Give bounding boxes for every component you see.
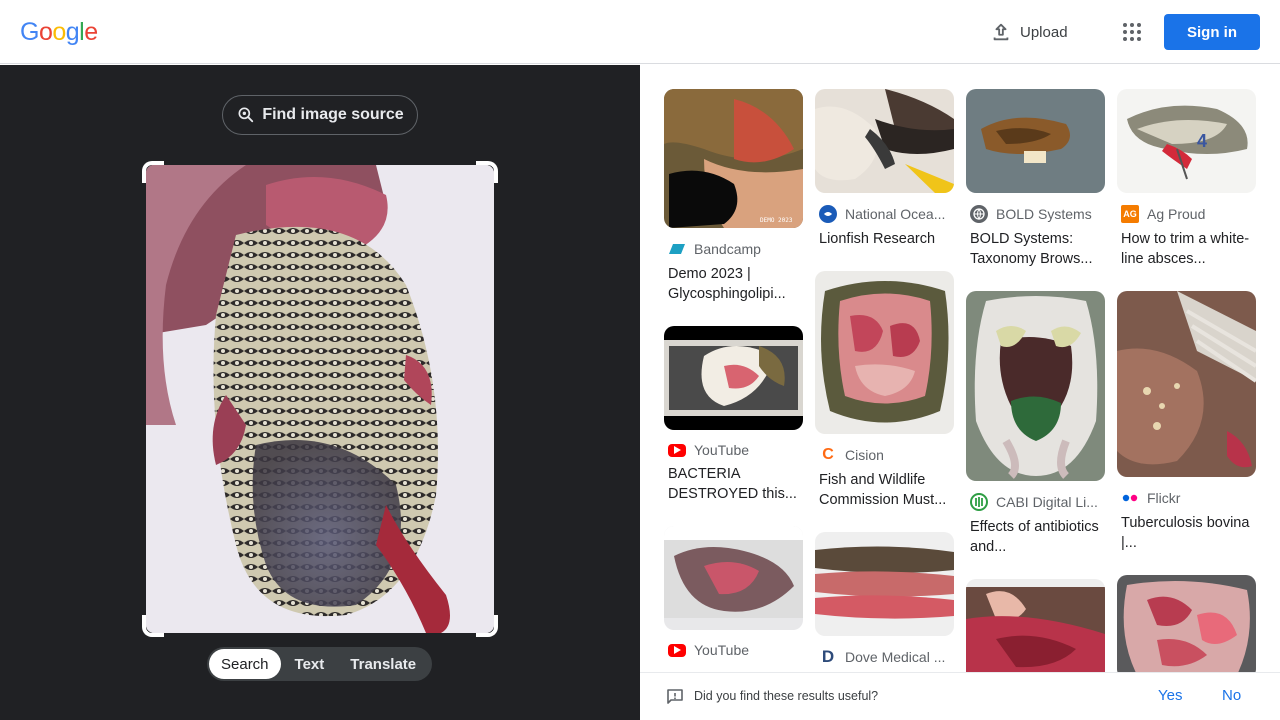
result-card[interactable]: 4 AG Ag Proud How to trim a white-line a… — [1117, 89, 1256, 269]
apps-grid-icon[interactable] — [1120, 20, 1144, 44]
find-image-source-button[interactable]: Find image source — [222, 95, 418, 135]
sign-in-button[interactable]: Sign in — [1164, 14, 1260, 50]
result-thumbnail[interactable] — [1117, 291, 1256, 477]
hoof-diagram-number: 4 — [1197, 131, 1207, 151]
result-source-label: BOLD Systems — [996, 206, 1092, 222]
logo-letter-g2: g — [65, 18, 80, 46]
noaa-icon — [819, 205, 837, 223]
tab-text[interactable]: Text — [281, 649, 339, 679]
crop-handle-bottom-right[interactable] — [476, 615, 498, 637]
dove-icon: D — [821, 648, 835, 666]
result-card[interactable]: C Cision Fish and Wildlife Commission Mu… — [815, 271, 954, 510]
result-source-label: YouTube — [694, 442, 750, 458]
result-title[interactable]: BOLD Systems: Taxonomy Brows... — [966, 229, 1105, 269]
result-thumbnail[interactable]: DEMO 2023 — [664, 89, 803, 228]
logo-letter-o1: o — [38, 18, 53, 46]
feedback-yes-button[interactable]: Yes — [1158, 687, 1182, 704]
result-source-label: YouTube — [694, 642, 750, 658]
google-logo[interactable]: Google — [20, 18, 98, 47]
results-column-1: DEMO 2023 Bandcamp Demo 2023 | Glycosphi… — [664, 89, 803, 672]
result-source: Flickr — [1117, 489, 1256, 507]
result-thumbnail[interactable] — [664, 326, 803, 430]
result-source-label: Bandcamp — [694, 241, 761, 257]
results-column-3: BOLD Systems BOLD Systems: Taxonomy Brow… — [966, 89, 1105, 672]
tab-translate[interactable]: Translate — [338, 649, 428, 679]
result-thumbnail[interactable] — [815, 271, 954, 434]
upload-label: Upload — [1020, 23, 1068, 41]
result-source: Bandcamp — [664, 240, 803, 258]
flickr-icon — [1121, 489, 1139, 507]
result-card[interactable]: National Ocea... Lionfish Research — [815, 89, 954, 249]
result-thumbnail[interactable] — [966, 579, 1105, 672]
result-title[interactable]: Tuberculosis bovina |... — [1117, 513, 1256, 553]
result-title[interactable]: Fish and Wildlife Commission Must... — [815, 470, 954, 510]
result-title[interactable]: Demo 2023 | Glycosphingolipi... — [664, 264, 803, 304]
upload-icon — [993, 23, 1009, 41]
result-card[interactable] — [966, 579, 1105, 672]
result-card[interactable]: CABI Digital Li... Effects of antibiotic… — [966, 291, 1105, 557]
result-card[interactable]: BOLD Systems BOLD Systems: Taxonomy Brow… — [966, 89, 1105, 269]
agproud-icon: AG — [1121, 205, 1139, 223]
result-title[interactable]: BACTERIA DESTROYED this... — [664, 464, 803, 504]
bandcamp-icon — [668, 240, 686, 258]
feedback-icon — [667, 689, 683, 704]
logo-letter-o2: o — [52, 18, 66, 46]
result-source: National Ocea... — [815, 205, 954, 223]
result-thumbnail[interactable] — [966, 89, 1105, 193]
crop-handle-top-right[interactable] — [476, 161, 498, 183]
feedback-no-button[interactable]: No — [1222, 687, 1241, 704]
result-thumbnail[interactable] — [815, 532, 954, 636]
result-thumbnail[interactable] — [664, 526, 803, 630]
result-source: D Dove Medical ... — [815, 648, 954, 666]
result-thumbnail[interactable] — [1117, 575, 1256, 672]
upload-button[interactable]: Upload — [990, 18, 1068, 46]
result-title[interactable]: How to trim a white-line absces... — [1117, 229, 1256, 269]
logo-letter-e: e — [84, 18, 98, 46]
results-column-4: 4 AG Ag Proud How to trim a white-line a… — [1117, 89, 1256, 672]
result-thumbnail[interactable]: 4 — [1117, 89, 1256, 193]
result-thumbnail[interactable] — [815, 89, 954, 193]
result-title[interactable]: Lionfish Research — [815, 229, 954, 249]
crop-handle-top-left[interactable] — [142, 161, 164, 183]
result-source-label: Dove Medical ... — [845, 649, 946, 665]
crop-handle-bottom-left[interactable] — [142, 615, 164, 637]
result-card[interactable]: Flickr Tuberculosis bovina |... — [1117, 291, 1256, 553]
result-source: AG Ag Proud — [1117, 205, 1256, 223]
result-card[interactable] — [1117, 575, 1256, 672]
result-title[interactable]: Effects of antibiotics and... — [966, 517, 1105, 557]
result-card[interactable]: YouTube BACTERIA DESTROYED this... — [664, 326, 803, 504]
logo-letter-g: G — [20, 18, 39, 46]
result-card[interactable]: DEMO 2023 Bandcamp Demo 2023 | Glycosphi… — [664, 89, 803, 304]
result-source: C Cision — [815, 446, 954, 464]
cision-icon: C — [822, 446, 834, 463]
result-source: YouTube — [664, 642, 803, 658]
tab-search[interactable]: Search — [209, 649, 281, 679]
result-source: BOLD Systems — [966, 205, 1105, 223]
find-image-source-label: Find image source — [262, 106, 404, 123]
result-source-label: Cision — [845, 447, 884, 463]
query-image-panel: Find image source Search Text Translate — [0, 65, 640, 720]
lens-search-icon — [238, 107, 254, 123]
results-column-2: National Ocea... Lionfish Research C Cis… — [815, 89, 954, 672]
globe-icon — [970, 205, 988, 223]
result-source-label: National Ocea... — [845, 206, 946, 222]
result-source-label: Ag Proud — [1147, 206, 1206, 222]
results-panel: DEMO 2023 Bandcamp Demo 2023 | Glycosphi… — [640, 65, 1280, 672]
result-source-label: CABI Digital Li... — [996, 494, 1098, 510]
result-card[interactable]: D Dove Medical ... — [815, 532, 954, 666]
feedback-bar: Did you find these results useful? Yes N… — [640, 672, 1280, 720]
result-source: YouTube — [664, 442, 803, 458]
mode-tabs: Search Text Translate — [207, 647, 432, 681]
youtube-icon — [668, 443, 686, 457]
watermark-text: DEMO 2023 — [760, 217, 793, 224]
result-card[interactable]: YouTube — [664, 526, 803, 658]
result-source-label: Flickr — [1147, 490, 1181, 506]
query-image[interactable] — [146, 165, 494, 633]
cabi-icon — [970, 493, 988, 511]
youtube-icon — [668, 643, 686, 657]
result-source: CABI Digital Li... — [966, 493, 1105, 511]
result-thumbnail[interactable] — [966, 291, 1105, 481]
header: Google Upload Sign in — [0, 0, 1280, 64]
feedback-question: Did you find these results useful? — [694, 689, 879, 703]
